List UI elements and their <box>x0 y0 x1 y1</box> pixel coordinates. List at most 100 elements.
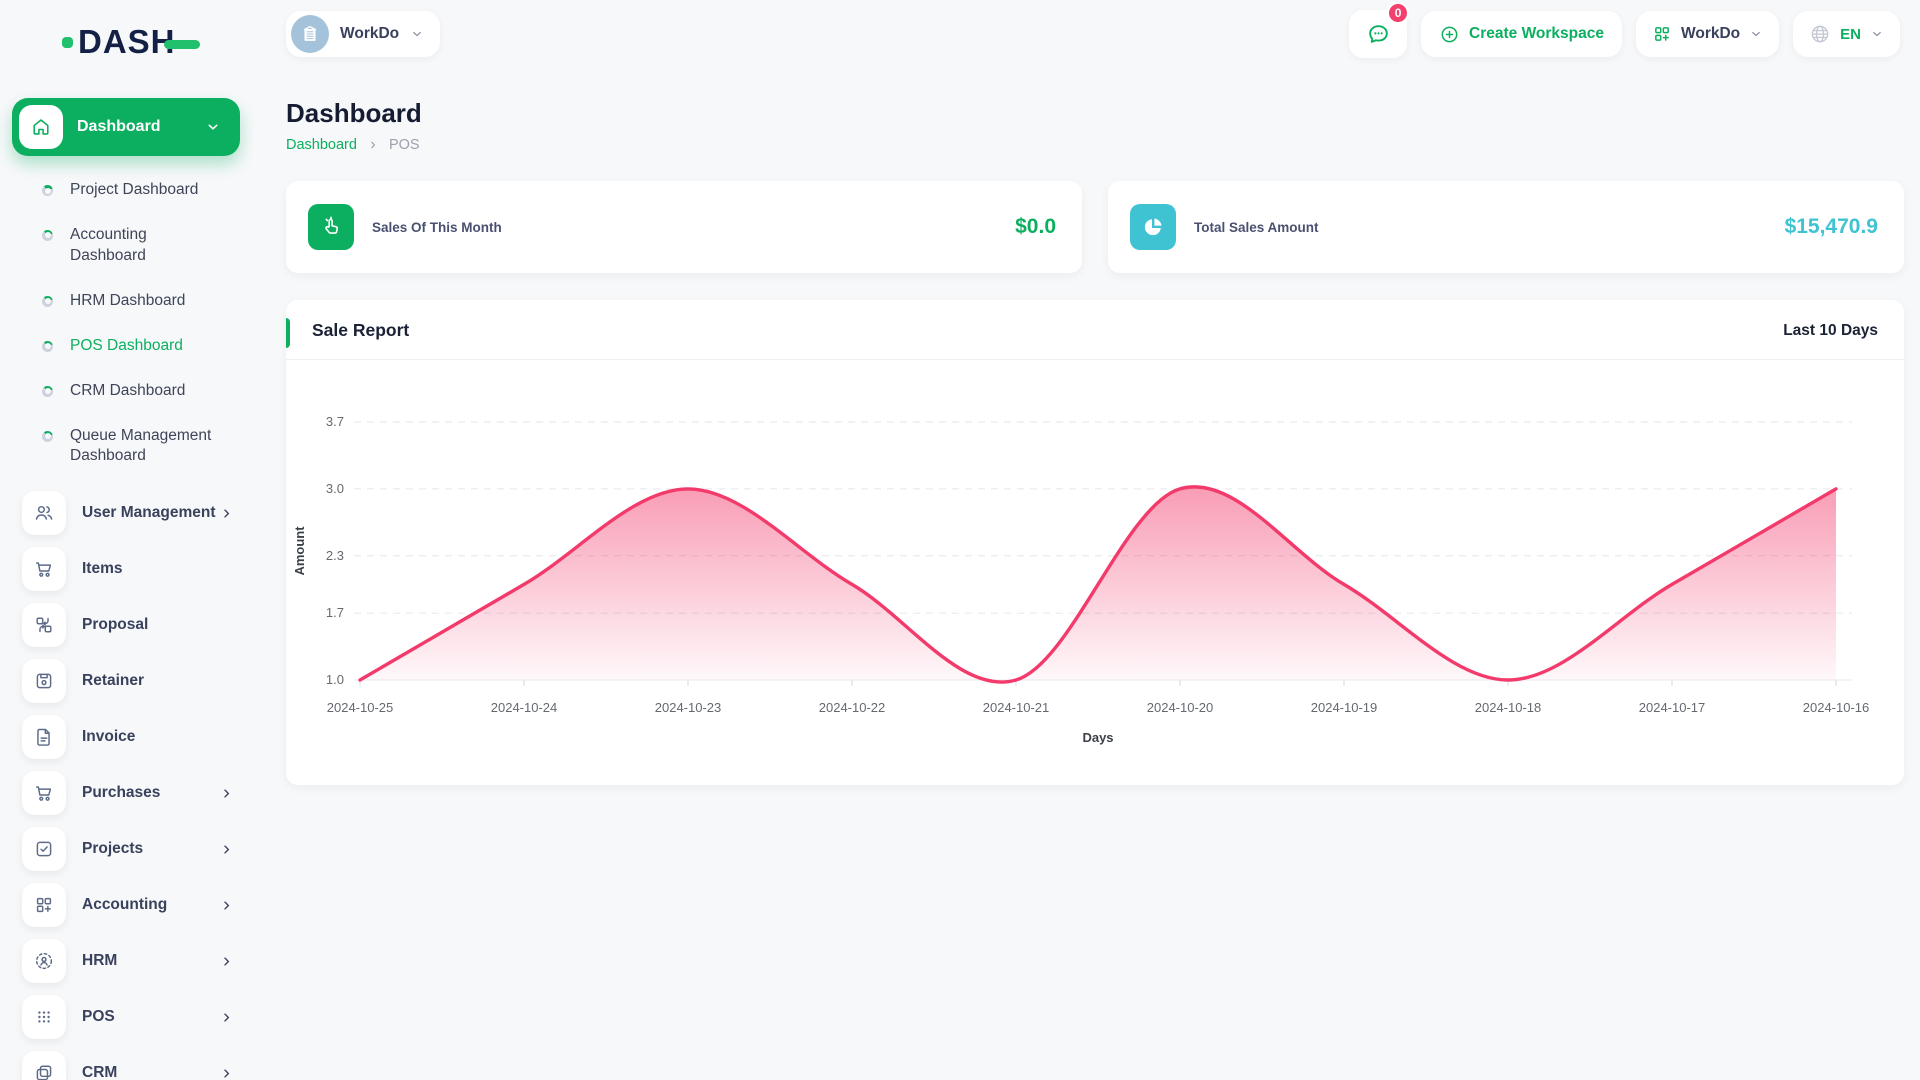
sidebar-item-dashboard[interactable]: Dashboard <box>12 98 240 156</box>
sidebar-item-accounting[interactable]: Accounting <box>12 883 250 928</box>
sidebar-item-pos[interactable]: POS <box>12 995 250 1040</box>
invoice-icon <box>22 715 66 760</box>
create-workspace-label: Create Workspace <box>1469 25 1605 42</box>
plus-circle-icon <box>1441 26 1458 42</box>
svg-text:3.7: 3.7 <box>326 414 344 429</box>
donut-bullet-icon <box>42 295 53 307</box>
svg-text:1.7: 1.7 <box>326 605 344 620</box>
sidebar-item-label: Accounting <box>82 896 168 914</box>
svg-text:2024-10-21: 2024-10-21 <box>983 700 1050 715</box>
svg-text:2024-10-17: 2024-10-17 <box>1639 700 1706 715</box>
page-title: Dashboard <box>286 98 422 128</box>
messages-count-badge: 0 <box>1387 2 1410 24</box>
chevron-down-icon <box>1870 27 1884 41</box>
sidebar-menu: User Management Items Proposal Retainer … <box>12 491 250 1080</box>
sidebar-item-label: Dashboard <box>77 118 161 135</box>
language-code: EN <box>1840 25 1861 43</box>
sidebar-item-label: CRM <box>82 1064 118 1080</box>
sale-report-header: Sale Report Last 10 Days <box>286 300 1904 360</box>
workdo-menu-label: WorkDo <box>1681 25 1741 42</box>
sidebar-item-hrm[interactable]: HRM <box>12 939 250 984</box>
card-accent-bar <box>286 318 290 348</box>
chevron-right-icon <box>219 506 234 521</box>
sidebar-item-label: Proposal <box>82 616 149 634</box>
svg-text:3.0: 3.0 <box>326 481 344 496</box>
stat-label: Total Sales Amount <box>1194 219 1319 235</box>
sidebar-item-projects[interactable]: Projects <box>12 827 250 872</box>
sidebar-item-items[interactable]: Items <box>12 547 250 592</box>
chevron-right-icon <box>219 1010 234 1025</box>
crm-icon <box>22 1051 66 1080</box>
retainer-icon <box>22 659 66 704</box>
cart-icon <box>22 771 66 816</box>
sidebar-subitem-hrm-dashboard[interactable]: HRM Dashboard <box>12 279 250 324</box>
sidebar-subitem-queue-management-dashboard[interactable]: Queue Management Dashboard <box>12 414 250 480</box>
svg-text:2024-10-16: 2024-10-16 <box>1803 700 1870 715</box>
users-icon <box>22 491 66 536</box>
svg-text:2024-10-19: 2024-10-19 <box>1311 700 1378 715</box>
workspace-avatar <box>291 15 329 53</box>
sidebar-item-label: Retainer <box>82 672 145 690</box>
language-selector[interactable]: EN <box>1793 11 1900 57</box>
grid-plus-icon <box>1655 27 1669 41</box>
sidebar-subitem-accounting-dashboard[interactable]: Accounting Dashboard <box>12 213 250 279</box>
logo-text: DASH <box>78 23 176 60</box>
sidebar-item-retainer[interactable]: Retainer <box>12 659 250 704</box>
sidebar-item-proposal[interactable]: Proposal <box>12 603 250 648</box>
sidebar-item-label: Purchases <box>82 784 161 802</box>
stat-label: Sales Of This Month <box>372 219 502 235</box>
donut-bullet-icon <box>42 229 53 241</box>
stat-value: $0.0 <box>1015 215 1056 238</box>
sidebar-item-user-management[interactable]: User Management <box>12 491 250 536</box>
sidebar-item-label: POS <box>82 1008 115 1026</box>
sidebar-subitem-crm-dashboard[interactable]: CRM Dashboard <box>12 369 250 414</box>
sidebar-subitem-label: Accounting Dashboard <box>70 225 147 264</box>
accounting-icon <box>22 883 66 928</box>
chevron-right-icon <box>219 898 234 913</box>
sale-report-chart: 3.7 3.0 2.3 1.7 1.0 2024-10-25 2024-10-24 2024-… <box>292 414 1870 745</box>
sidebar-item-crm[interactable]: CRM <box>12 1051 250 1080</box>
logo-dot-icon <box>62 36 73 48</box>
home-icon <box>19 105 63 149</box>
workdo-menu-button[interactable]: WorkDo <box>1636 11 1780 57</box>
chat-icon <box>1368 24 1388 43</box>
sidebar-item-invoice[interactable]: Invoice <box>12 715 250 760</box>
cart-icon <box>22 547 66 592</box>
svg-text:Amount: Amount <box>292 526 307 576</box>
projects-icon <box>22 827 66 872</box>
breadcrumb-current: POS <box>388 137 420 153</box>
sidebar-item-label: HRM <box>82 952 118 970</box>
donut-bullet-icon <box>42 385 53 397</box>
sidebar-item-purchases[interactable]: Purchases <box>12 771 250 816</box>
svg-text:2024-10-23: 2024-10-23 <box>655 700 722 715</box>
svg-text:2024-10-20: 2024-10-20 <box>1147 700 1214 715</box>
sidebar-item-label: Invoice <box>82 728 136 746</box>
sale-report-range-label: Last 10 Days <box>1783 321 1878 339</box>
proposal-icon <box>22 603 66 648</box>
breadcrumb: Dashboard POS <box>286 137 1904 153</box>
sidebar-subitem-project-dashboard[interactable]: Project Dashboard <box>12 168 250 213</box>
stat-card-total-sales-amount: Total Sales Amount $15,470.9 <box>1108 181 1904 273</box>
sidebar-subitem-pos-dashboard[interactable]: POS Dashboard <box>12 324 250 369</box>
stat-card-sales-of-this-month: Sales Of This Month $0.0 <box>286 181 1082 273</box>
hand-pointer-icon <box>308 204 354 250</box>
app-logo: DASH <box>62 22 250 62</box>
main-content: WorkDo 0 Create Workspace WorkDo EN Dash… <box>260 0 1920 785</box>
workspace-switcher-button[interactable]: WorkDo <box>286 11 441 57</box>
chevron-right-icon <box>219 954 234 969</box>
stat-value: $15,470.9 <box>1784 215 1878 238</box>
sale-report-card: Sale Report Last 10 Days 3.7 3.0 2.3 1.7 1.0… <box>286 300 1904 785</box>
sale-report-title: Sale Report <box>312 320 410 340</box>
sidebar-item-label: Items <box>82 560 123 578</box>
svg-text:2024-10-18: 2024-10-18 <box>1475 700 1542 715</box>
breadcrumb-dashboard-link[interactable]: Dashboard <box>286 137 357 153</box>
pie-chart-icon <box>1130 204 1176 250</box>
sidebar-subitem-label: Project Dashboard <box>70 181 199 198</box>
create-workspace-button[interactable]: Create Workspace <box>1421 11 1623 57</box>
chevron-down-icon <box>410 27 424 41</box>
chevron-right-icon <box>219 842 234 857</box>
messages-button[interactable]: 0 <box>1349 2 1410 58</box>
pos-icon <box>22 995 66 1040</box>
svg-text:2.3: 2.3 <box>326 548 344 563</box>
chevron-down-icon <box>205 119 221 135</box>
